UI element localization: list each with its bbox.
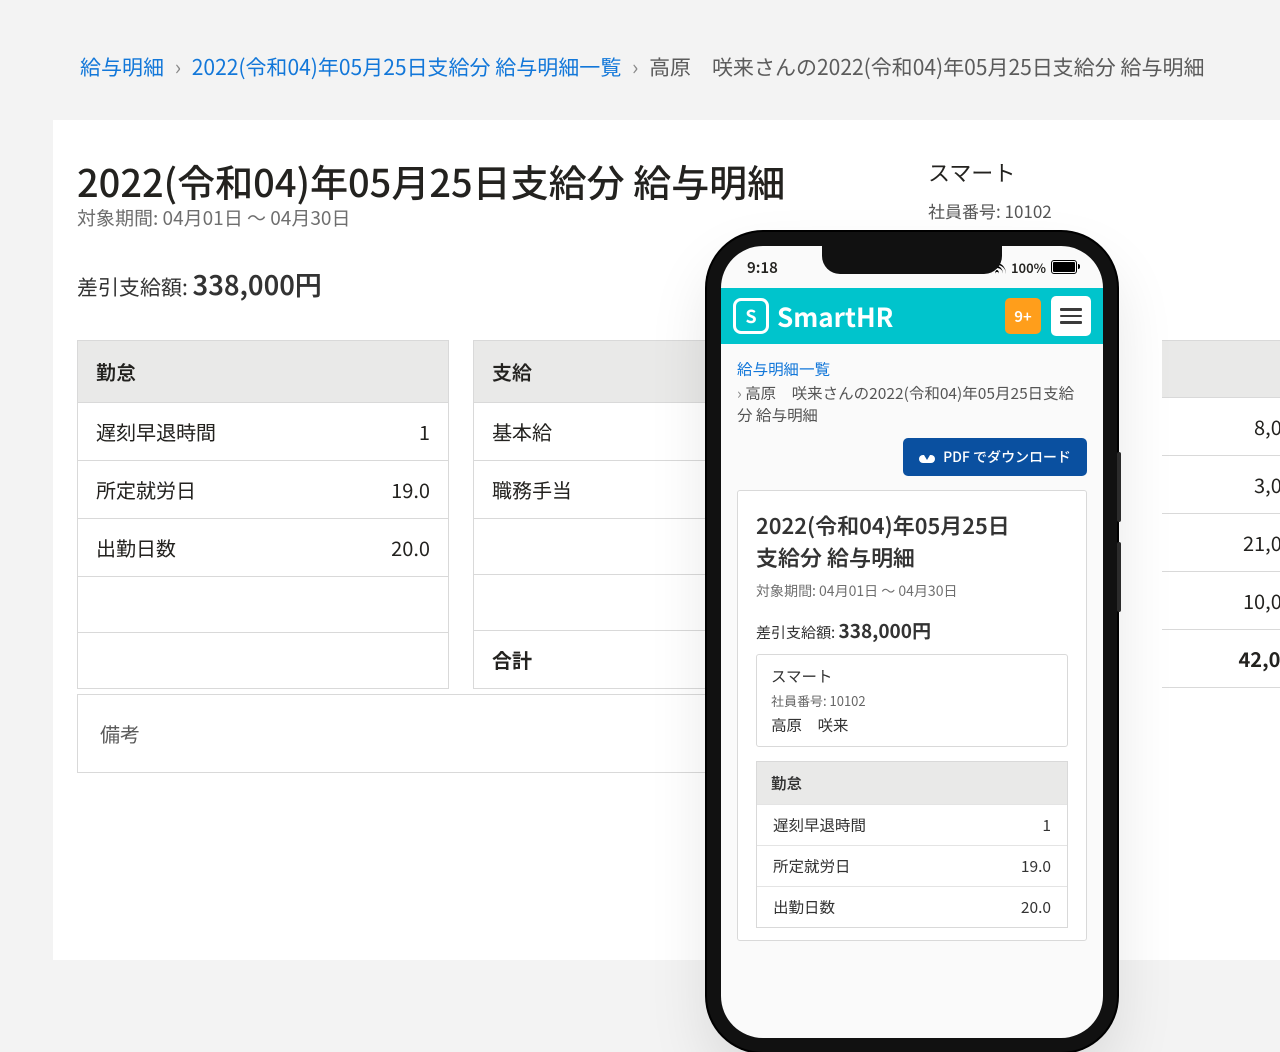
net-pay-label: 差引支給額: [756, 622, 839, 643]
cloud-download-icon [919, 452, 935, 463]
net-pay-amount: 338,000円 [193, 264, 322, 303]
company-name: スマート [771, 665, 1053, 687]
breadcrumb-current: 高原 咲来さんの2022(令和04)年05月25日支給分 給与明細 [649, 52, 1204, 82]
table-row-total: 42,000 [1162, 629, 1280, 687]
table-row: 遅刻早退時間 1 [757, 804, 1067, 845]
period-label: 対象期間: 04月01日 〜 04月30日 [756, 581, 1068, 601]
company-name: スマート [928, 156, 1280, 188]
payslip-title: 2022(令和04)年05月25日 支給分 給与明細 [756, 509, 1068, 573]
attendance-table: 勤怠 遅刻早退時間 1 所定就労日 19.0 出勤日数 20.0 [77, 340, 449, 689]
attendance-header: 勤怠 [78, 341, 448, 402]
deduction-values: 8,000 3,000 21,000 10,000 42,000 [1162, 340, 1280, 688]
table-row: 出勤日数 20.0 [757, 886, 1067, 927]
period-label: 対象期間: 04月01日 〜 04月30日 [77, 204, 350, 231]
payslip-summary-card: 2022(令和04)年05月25日 支給分 給与明細 対象期間: 04月01日 … [737, 490, 1087, 941]
employee-card: スマート 社員番号: 10102 [904, 146, 1280, 233]
download-pdf-button[interactable]: PDF でダウンロード [903, 438, 1087, 476]
chevron-right-icon: › [632, 52, 638, 82]
breadcrumb-payslip[interactable]: 給与明細 [80, 52, 164, 82]
table-row [78, 632, 448, 688]
table-row: 遅刻早退時間 1 [78, 402, 448, 460]
net-pay-amount: 338,000円 [839, 617, 931, 644]
net-pay-label: 差引支給額: [77, 272, 193, 302]
notes-box: 備考 [77, 694, 743, 773]
phone-mockup: 9:18 100% S SmartHR 9+ 給与明細一覧 › 高原 [707, 232, 1117, 1052]
breadcrumb-mobile-list[interactable]: 給与明細一覧 [737, 358, 830, 380]
breadcrumb-mobile-current: › 高原 咲来さんの2022(令和04)年05月25日支給分 給与明細 [737, 382, 1087, 426]
net-pay: 差引支給額: 338,000円 [77, 264, 322, 303]
brand-name: SmartHR [777, 298, 893, 335]
table-row: 出勤日数 20.0 [78, 518, 448, 576]
battery-icon [1051, 260, 1077, 274]
employee-id-label: 社員番号: [928, 198, 1005, 223]
page-title: 2022(令和04)年05月25日支給分 給与明細 [77, 153, 785, 208]
table-row [78, 576, 448, 632]
download-pdf-label: PDF でダウンロード [943, 447, 1071, 467]
status-time: 9:18 [747, 257, 778, 278]
employee-id: 10102 [1005, 198, 1052, 223]
brand-logo-icon: S [733, 298, 769, 334]
employee-id-label: 社員番号: [771, 691, 830, 710]
chevron-right-icon: › [737, 382, 742, 404]
employee-name: 高原 咲来 [771, 714, 1053, 736]
employee-card: スマート 社員番号: 10102 高原 咲来 [756, 654, 1068, 747]
chevron-right-icon: › [175, 52, 181, 82]
notification-badge[interactable]: 9+ [1005, 298, 1041, 334]
app-bar: S SmartHR 9+ [721, 288, 1103, 344]
table-row: 所定就労日 19.0 [78, 460, 448, 518]
battery-text: 100% [1011, 258, 1046, 277]
attendance-table: 勤怠 遅刻早退時間 1 所定就労日 19.0 出勤日数 20.0 [756, 761, 1068, 928]
menu-button[interactable] [1051, 296, 1091, 336]
attendance-header: 勤怠 [757, 762, 1067, 804]
table-row: 所定就労日 19.0 [757, 845, 1067, 886]
table-row: 10,000 [1162, 571, 1280, 629]
employee-id: 10102 [830, 691, 866, 710]
net-pay: 差引支給額: 338,000円 [756, 617, 1068, 644]
breadcrumb: 給与明細 › 2022(令和04)年05月25日支給分 給与明細一覧 › 高原 … [80, 52, 1240, 82]
brand-smarthr[interactable]: S SmartHR [733, 298, 893, 335]
table-row: 21,000 [1162, 513, 1280, 571]
phone-notch [822, 246, 1002, 274]
table-row: 8,000 [1162, 397, 1280, 455]
table-row: 3,000 [1162, 455, 1280, 513]
deduction-header-blank [1162, 341, 1280, 397]
breadcrumb-list[interactable]: 2022(令和04)年05月25日支給分 給与明細一覧 [192, 52, 621, 82]
